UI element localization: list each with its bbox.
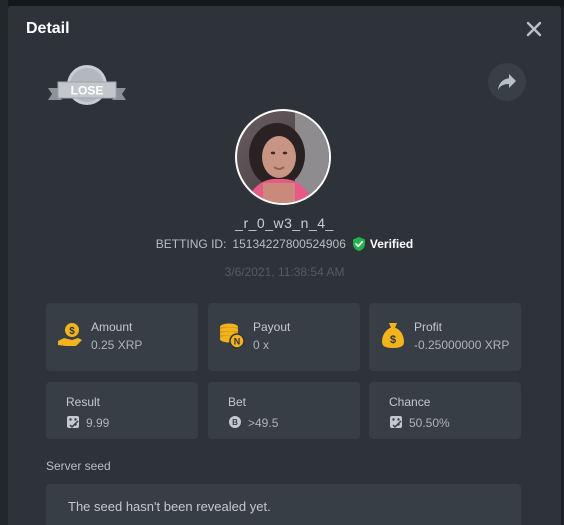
dice-icon [66,415,80,429]
server-seed-message: The seed hasn't been revealed yet. [68,499,271,514]
profit-label: Profit [414,320,443,334]
verified-label: Verified [369,237,414,251]
amount-value: 0.25 XRP [91,338,143,352]
result-label: Result [66,395,101,409]
dice-icon [389,415,403,429]
server-seed-label: Server seed [46,459,111,473]
share-icon [498,74,516,90]
lose-badge: LOSE [46,62,128,114]
share-button[interactable] [488,63,526,101]
betting-id-value: 15134227800524906 [232,237,346,251]
username: _r_0_w3_n_4_ [235,215,334,231]
svg-text:N: N [234,337,241,347]
profit-value: -0.25000000 XRP [414,338,510,352]
money-bag-icon: $ [379,321,407,349]
svg-text:$: $ [69,326,75,337]
payout-card: N Payout 0 x [208,303,360,371]
chance-label: Chance [389,395,431,409]
payout-value: 0 x [253,338,270,352]
server-seed-box: The seed hasn't been revealed yet. [46,484,521,525]
detail-dialog: Detail LOSE _r_0_w3_n_4_ BETTING ID: 151… [8,6,561,525]
chance-value: 50.50% [409,416,450,430]
bet-label: Bet [228,395,247,409]
amount-card: $ Amount 0.25 XRP [46,303,198,371]
target-icon: B [228,415,242,429]
avatar [235,109,331,205]
chance-card: Chance 50.50% [369,382,521,439]
verified-badge: Verified [352,236,413,252]
close-icon[interactable] [524,19,544,39]
profit-card: $ Profit -0.25000000 XRP [369,303,521,371]
svg-text:B: B [232,418,238,427]
bet-value: >49.5 [248,416,279,430]
bet-timestamp: 3/6/2021, 11:38:54 AM [224,265,345,279]
betting-id-label: BETTING ID: [155,237,227,251]
money-hand-icon: $ [56,321,84,349]
result-value: 9.99 [86,416,110,430]
amount-label: Amount [91,320,133,334]
svg-text:$: $ [390,334,396,346]
bet-card: Bet B >49.5 [208,382,360,439]
result-card: Result 9.99 [46,382,198,439]
coin-stack-icon: N [218,321,246,349]
verified-shield-icon [352,237,365,251]
lose-badge-text: LOSE [71,84,104,98]
backdrop-left-strip [0,0,8,525]
payout-label: Payout [253,320,291,334]
betting-id-row: BETTING ID: 15134227800524906 Verified [8,236,561,252]
dialog-title: Detail [26,20,70,37]
